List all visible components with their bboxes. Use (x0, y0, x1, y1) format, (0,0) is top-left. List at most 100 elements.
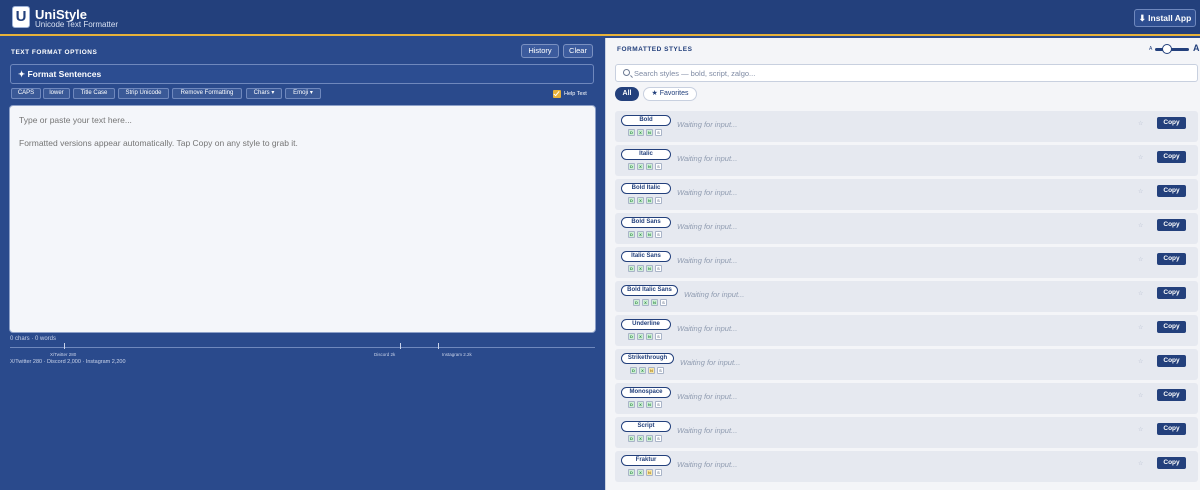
style-name-pill[interactable]: Italic (621, 149, 671, 160)
style-name-pill[interactable]: Underline (621, 319, 671, 330)
copy-button[interactable]: Copy (1157, 151, 1186, 163)
favorite-star-icon[interactable]: ☆ (1138, 222, 1143, 229)
font-size-small-label: A (1149, 46, 1153, 52)
compat-badges: DXNS (628, 333, 664, 340)
app-subtitle: Unicode Text Formatter (35, 20, 118, 29)
favorite-star-icon[interactable]: ☆ (1138, 154, 1143, 161)
text-input-area[interactable] (9, 105, 596, 333)
compat-badges: DXNS (628, 435, 664, 442)
x-compat-badge: X (637, 401, 644, 408)
style-name-pill[interactable]: Bold Italic Sans (621, 285, 678, 296)
n-compat-badge: N (648, 367, 655, 374)
caps-button[interactable]: CAPS (11, 88, 41, 99)
favorite-star-icon[interactable]: ☆ (1138, 358, 1143, 365)
copy-button[interactable]: Copy (1157, 253, 1186, 265)
favorite-star-icon[interactable]: ☆ (1138, 256, 1143, 263)
s-compat-badge: S (655, 469, 662, 476)
style-preview: Waiting for input... (677, 120, 738, 129)
x-compat-badge: X (637, 231, 644, 238)
instagram-limit-tick (438, 343, 439, 349)
copy-button[interactable]: Copy (1157, 185, 1186, 197)
style-name-pill[interactable]: Script (621, 421, 671, 432)
strip-unicode-button[interactable]: Strip Unicode (118, 88, 169, 99)
clear-button[interactable]: Clear (563, 44, 593, 58)
discord-compat-badge: D (628, 197, 635, 204)
style-row-bold-sans: Bold Sans DXNS Waiting for input... ☆ Co… (615, 213, 1198, 244)
style-name-pill[interactable]: Bold Italic (621, 183, 671, 194)
style-preview: Waiting for input... (677, 324, 738, 333)
font-size-large-label: A (1193, 43, 1200, 53)
copy-button[interactable]: Copy (1157, 355, 1186, 367)
help-text-checkbox[interactable] (553, 90, 561, 98)
history-button[interactable]: History (521, 44, 559, 58)
copy-button[interactable]: Copy (1157, 117, 1186, 129)
copy-button[interactable]: Copy (1157, 389, 1186, 401)
font-size-slider-handle[interactable] (1162, 44, 1172, 54)
format-sentences-button[interactable]: ✦ Format Sentences (10, 64, 594, 84)
copy-button[interactable]: Copy (1157, 219, 1186, 231)
font-size-slider[interactable] (1155, 48, 1189, 51)
discord-compat-badge: D (628, 435, 635, 442)
style-search-input[interactable] (634, 66, 1184, 80)
x-compat-badge: X (637, 129, 644, 136)
app-logo-icon: U (12, 6, 30, 28)
compat-badges: DXNS (628, 197, 664, 204)
lowercase-button[interactable]: lower (43, 88, 70, 99)
favorite-star-icon[interactable]: ☆ (1138, 290, 1143, 297)
style-name-pill[interactable]: Monospace (621, 387, 671, 398)
x-compat-badge: X (637, 469, 644, 476)
discord-compat-badge: D (628, 129, 635, 136)
tab-favorites[interactable]: ★ Favorites (643, 87, 697, 101)
tab-all[interactable]: All (615, 87, 639, 101)
style-row-strikethrough: Strikethrough DXNS Waiting for input... … (615, 349, 1198, 380)
favorite-star-icon[interactable]: ☆ (1138, 426, 1143, 433)
copy-button[interactable]: Copy (1157, 423, 1186, 435)
favorite-star-icon[interactable]: ☆ (1138, 392, 1143, 399)
n-compat-badge: N (646, 265, 653, 272)
copy-button[interactable]: Copy (1157, 457, 1186, 469)
platform-limits-text: X/Twitter 280 · Discord 2,000 · Instagra… (10, 359, 126, 365)
n-compat-badge: N (646, 197, 653, 204)
copy-button[interactable]: Copy (1157, 321, 1186, 333)
chars-dropdown[interactable]: Chars ▾ (246, 88, 282, 99)
favorite-star-icon[interactable]: ☆ (1138, 460, 1143, 467)
x-compat-badge: X (642, 299, 649, 306)
discord-limit-label: Discord 2k (374, 352, 396, 357)
compat-badges: DXNS (628, 265, 664, 272)
style-name-pill[interactable]: Strikethrough (621, 353, 674, 364)
style-preview: Waiting for input... (677, 426, 738, 435)
title-case-button[interactable]: Title Case (73, 88, 115, 99)
s-compat-badge: S (655, 231, 662, 238)
n-compat-badge: N (646, 231, 653, 238)
favorite-star-icon[interactable]: ☆ (1138, 120, 1143, 127)
style-name-pill[interactable]: Italic Sans (621, 251, 671, 262)
favorite-star-icon[interactable]: ☆ (1138, 324, 1143, 331)
x-compat-badge: X (637, 197, 644, 204)
formatted-styles-panel: FORMATTED STYLES A A All ★ Favorites Bol… (605, 38, 1200, 490)
style-row-fraktur: Fraktur DXNS Waiting for input... ☆ Copy (615, 451, 1198, 482)
copy-button[interactable]: Copy (1157, 287, 1186, 299)
discord-compat-badge: D (628, 469, 635, 476)
compat-badges: DXNS (633, 299, 669, 306)
style-row-bold-italic: Bold Italic DXNS Waiting for input... ☆ … (615, 179, 1198, 210)
remove-formatting-button[interactable]: Remove Formatting (172, 88, 242, 99)
x-compat-badge: X (639, 367, 646, 374)
compat-badges: DXNS (628, 129, 664, 136)
compat-badges: DXNS (630, 367, 666, 374)
compat-badges: DXNS (628, 401, 664, 408)
formatted-styles-label: FORMATTED STYLES (617, 46, 693, 53)
favorite-star-icon[interactable]: ☆ (1138, 188, 1143, 195)
style-row-script: Script DXNS Waiting for input... ☆ Copy (615, 417, 1198, 448)
discord-compat-badge: D (630, 367, 637, 374)
style-name-pill[interactable]: Bold Sans (621, 217, 671, 228)
n-compat-badge: N (646, 469, 653, 476)
discord-compat-badge: D (628, 333, 635, 340)
style-name-pill[interactable]: Fraktur (621, 455, 671, 466)
style-preview: Waiting for input... (677, 222, 738, 231)
install-app-button[interactable]: ⬇ Install App (1134, 9, 1196, 27)
x-compat-badge: X (637, 333, 644, 340)
s-compat-badge: S (655, 333, 662, 340)
emoji-dropdown[interactable]: Emoji ▾ (285, 88, 321, 99)
style-name-pill[interactable]: Bold (621, 115, 671, 126)
x-compat-badge: X (637, 435, 644, 442)
